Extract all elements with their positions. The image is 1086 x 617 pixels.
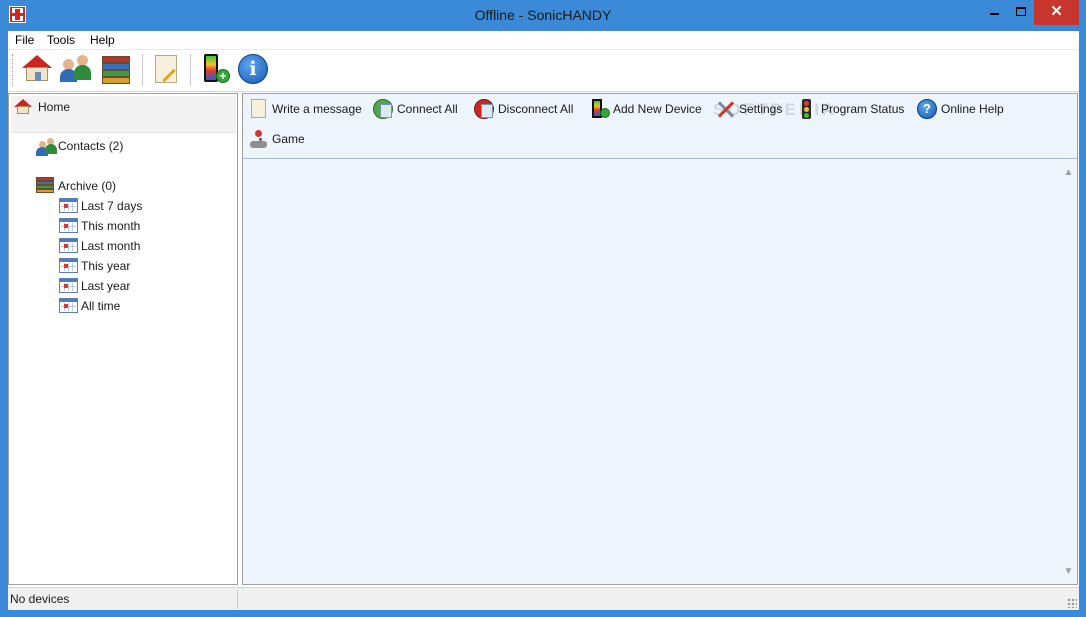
tree-item-label: Archive (0) (58, 179, 117, 193)
content-panel: SOFTPEDIA Write a message Connect All Di… (242, 93, 1078, 585)
resize-grip-icon[interactable] (1067, 598, 1077, 608)
minimize-button[interactable] (982, 0, 1008, 25)
archive-icon (36, 177, 54, 193)
tools-icon (715, 99, 735, 119)
traffic-light-icon (802, 99, 811, 119)
action-label: Add New Device (613, 102, 702, 116)
joystick-icon (248, 129, 268, 149)
scroll-up-icon[interactable]: ▲ (1060, 164, 1077, 181)
calendar-icon (59, 238, 78, 253)
tree-item-last-year[interactable]: Last year (57, 276, 207, 296)
toolbar-separator (190, 54, 192, 86)
contacts-icon (36, 137, 57, 156)
tree-item-this-month[interactable]: This month (57, 216, 207, 236)
notepad-icon (155, 55, 177, 83)
minimize-icon (990, 13, 999, 15)
status-divider (237, 590, 238, 609)
calendar-icon (59, 278, 78, 293)
calendar-icon (59, 258, 78, 273)
action-label: Program Status (821, 102, 905, 116)
notepad-icon (251, 99, 266, 118)
program-status-button[interactable]: Program Status (795, 97, 913, 121)
toolbar-contacts-button[interactable] (60, 53, 96, 87)
home-icon (14, 99, 32, 115)
client-area: File Tools Help + i Home Contacts (2) Ar… (8, 31, 1079, 610)
app-window: Offline - SonicHANDY ✕ File Tools Help +… (0, 0, 1086, 617)
window-title: Offline - SonicHANDY (474, 7, 612, 23)
menu-bar: File Tools Help (8, 31, 1079, 50)
calendar-icon (59, 198, 78, 213)
toolbar-write-message-button[interactable] (150, 53, 186, 87)
toolbar-home-button[interactable] (20, 53, 56, 87)
connect-all-button[interactable]: Connect All (371, 97, 467, 121)
tree-item-contacts[interactable]: Contacts (2) (34, 136, 184, 156)
status-text: No devices (10, 592, 70, 606)
tree-item-label: Home (38, 100, 71, 114)
menu-help[interactable]: Help (90, 33, 115, 47)
online-help-button[interactable]: ? Online Help (915, 97, 1015, 121)
info-icon: i (238, 54, 268, 84)
status-bar: No devices (8, 587, 1079, 610)
message-display-area[interactable]: ▲ ▼ (243, 160, 1077, 584)
tree-item-archive[interactable]: Archive (0) (34, 176, 184, 196)
game-button[interactable]: Game (246, 127, 316, 151)
action-label: Disconnect All (498, 102, 574, 116)
action-label: Connect All (397, 102, 458, 116)
tree-item-label: This month (81, 219, 141, 233)
tree-item-label: This year (81, 259, 131, 273)
close-button[interactable]: ✕ (1034, 0, 1079, 25)
action-label: Write a message (272, 102, 362, 116)
action-label: Game (272, 132, 305, 146)
tree-item-label: Last month (81, 239, 141, 253)
disconnect-all-button[interactable]: Disconnect All (472, 97, 582, 121)
menu-tools[interactable]: Tools (47, 33, 75, 47)
maximize-icon (1016, 7, 1026, 16)
toolbar-separator (142, 54, 144, 86)
tree-item-this-year[interactable]: This year (57, 256, 207, 276)
tree-item-label: Last 7 days (81, 199, 143, 213)
scroll-down-icon[interactable]: ▼ (1060, 563, 1077, 580)
title-bar[interactable]: Offline - SonicHANDY ✕ (0, 0, 1086, 31)
toolbar-info-button[interactable]: i (236, 53, 272, 87)
write-message-button[interactable]: Write a message (246, 97, 366, 121)
disconnect-icon (474, 99, 494, 119)
tree-item-last-7-days[interactable]: Last 7 days (57, 196, 207, 216)
settings-button[interactable]: Settings (713, 97, 791, 121)
tree-item-all-time[interactable]: All time (57, 296, 207, 316)
tree-item-home[interactable]: Home (11, 96, 236, 133)
add-new-device-button[interactable]: Add New Device (587, 97, 709, 121)
action-label: Settings (739, 102, 783, 116)
navigation-tree[interactable]: Home Contacts (2) Archive (0) Last 7 day… (8, 93, 238, 585)
toolbar-add-device-button[interactable]: + (198, 53, 234, 87)
tree-item-label: Contacts (2) (58, 139, 124, 153)
calendar-icon (59, 298, 78, 313)
action-bar: SOFTPEDIA Write a message Connect All Di… (243, 94, 1077, 159)
toolbar-archive-button[interactable] (100, 53, 136, 87)
plus-icon: + (216, 69, 230, 83)
tree-item-label: Last year (81, 279, 131, 293)
maximize-button[interactable] (1008, 0, 1034, 25)
action-label: Online Help (941, 102, 1004, 116)
vertical-scrollbar[interactable]: ▲ ▼ (1060, 160, 1077, 584)
tree-item-label: All time (81, 299, 121, 313)
toolbar-grip[interactable] (12, 54, 15, 86)
connect-icon (373, 99, 393, 119)
plus-icon (600, 108, 610, 118)
calendar-icon (59, 218, 78, 233)
toolbar: + i (8, 50, 1079, 92)
menu-file[interactable]: File (15, 33, 34, 47)
tree-item-last-month[interactable]: Last month (57, 236, 207, 256)
help-icon: ? (917, 99, 937, 119)
